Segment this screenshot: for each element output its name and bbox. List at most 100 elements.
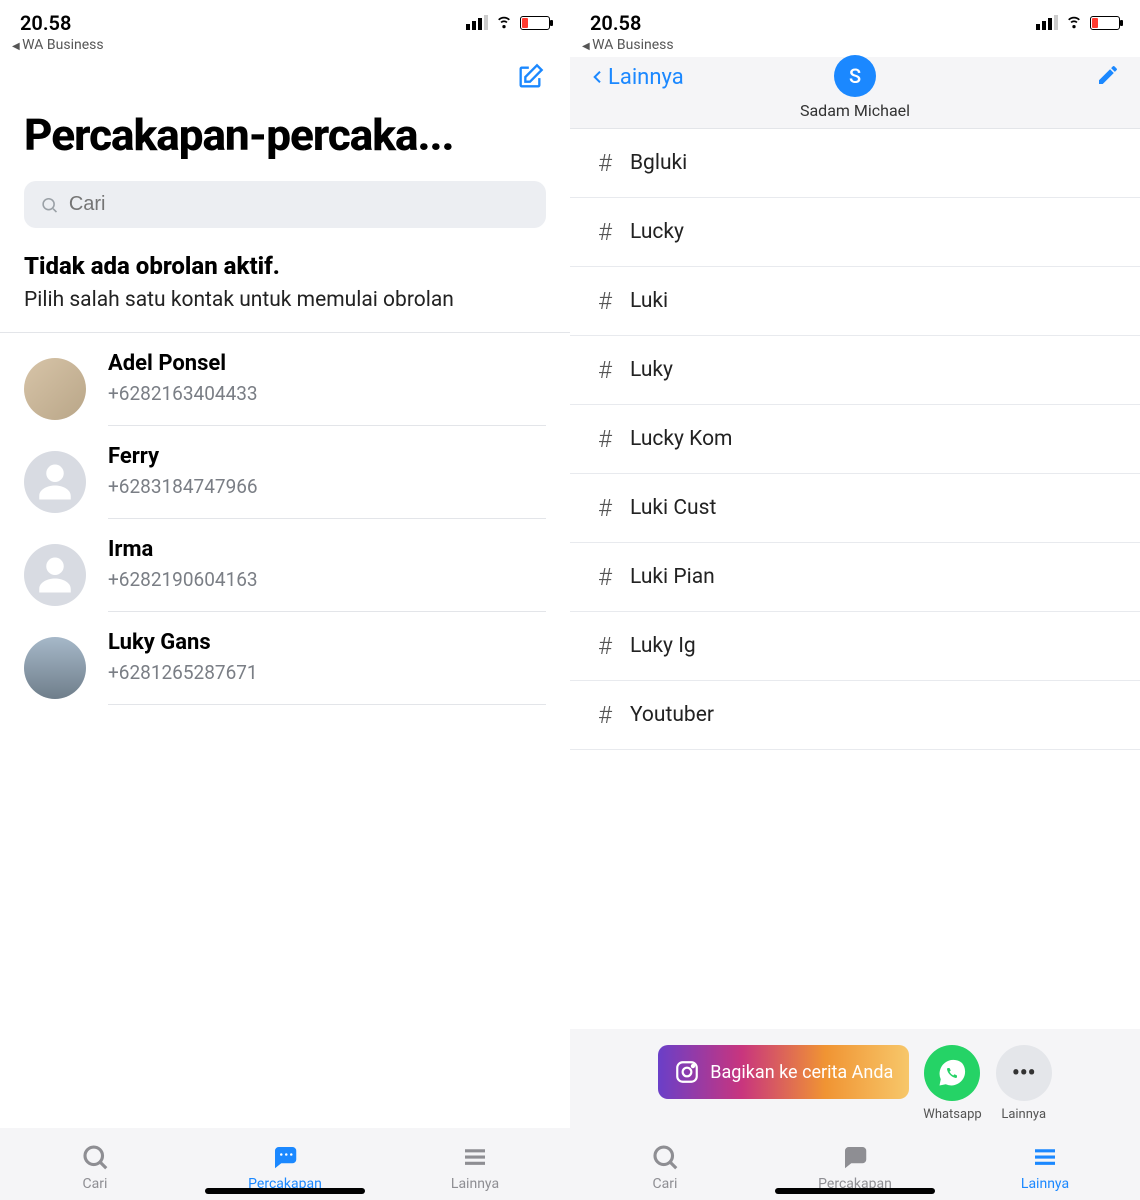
page-title: Percakapan-percaka...	[0, 105, 570, 175]
contact-name: Ferry	[108, 444, 546, 469]
home-indicator[interactable]	[775, 1188, 935, 1194]
search-icon	[650, 1142, 680, 1172]
hash-icon: #	[598, 356, 612, 384]
empty-state-subtitle: Pilih salah satu kontak untuk memulai ob…	[0, 286, 570, 332]
tag-list: #Bgluki #Lucky #Luki #Luky #Lucky Kom #L…	[570, 129, 1140, 750]
hash-icon: #	[598, 287, 612, 315]
tag-row[interactable]: # Lucky	[570, 198, 1140, 267]
tag-row[interactable]: # Youtuber	[570, 681, 1140, 750]
contact-phone: +6282163404433	[108, 382, 546, 405]
contact-name: Adel Ponsel	[108, 351, 546, 376]
contact-phone: +6283184747966	[108, 475, 546, 498]
nav-label: Lainnya	[451, 1176, 499, 1192]
search-input[interactable]	[69, 193, 530, 216]
tag-row[interactable]: # Luki	[570, 267, 1140, 336]
bottom-nav: Cari Percakapan Lainnya	[570, 1128, 1140, 1200]
home-indicator[interactable]	[205, 1188, 365, 1194]
avatar	[24, 358, 86, 420]
chat-icon	[840, 1142, 870, 1172]
nav-label: Cari	[83, 1176, 108, 1192]
edit-button[interactable]	[1096, 63, 1120, 91]
search-icon	[80, 1142, 110, 1172]
screen-more: 20.58 WA Business Lainnya S Sadam Michae…	[570, 0, 1140, 1200]
status-indicators	[1036, 10, 1120, 35]
pencil-icon	[1096, 63, 1120, 87]
share-bar: Bagikan ke cerita Anda Whatsapp ••• Lain…	[570, 1029, 1140, 1128]
compose-icon[interactable]	[516, 63, 544, 95]
cellular-icon	[1036, 15, 1058, 30]
status-time: 20.58	[20, 11, 71, 35]
wifi-icon	[494, 10, 514, 35]
contact-phone: +6282190604163	[108, 568, 546, 591]
tag-row[interactable]: #Luki Pian	[570, 543, 1140, 612]
back-button[interactable]: Lainnya	[590, 65, 684, 90]
search-box[interactable]	[24, 181, 546, 228]
avatar	[24, 544, 86, 606]
profile-name: Sadam Michael	[570, 101, 1140, 120]
whatsapp-icon	[924, 1045, 980, 1101]
hash-icon: #	[598, 701, 612, 729]
tag-row[interactable]: # Bgluki	[570, 129, 1140, 198]
menu-icon	[460, 1142, 490, 1172]
tag-row[interactable]: #Luky	[570, 336, 1140, 405]
contact-row[interactable]: Irma +6282190604163	[0, 519, 570, 612]
hash-icon: #	[598, 632, 612, 660]
tag-label: Luky Ig	[630, 634, 696, 658]
tag-row[interactable]: # Luki Cust	[570, 474, 1140, 543]
menu-icon	[1030, 1142, 1060, 1172]
cellular-icon	[466, 15, 488, 30]
back-to-app[interactable]: WA Business	[570, 37, 1140, 57]
tag-label: Luki	[630, 289, 668, 313]
share-instagram-label: Bagikan ke cerita Anda	[710, 1062, 893, 1083]
share-whatsapp[interactable]: Whatsapp	[923, 1045, 981, 1122]
header-actions	[0, 57, 570, 105]
nav-label: Lainnya	[1021, 1176, 1069, 1192]
contact-name: Irma	[108, 537, 546, 562]
nav-item-lainnya[interactable]: Lainnya	[951, 1142, 1139, 1192]
status-time: 20.58	[590, 11, 641, 35]
share-more[interactable]: ••• Lainnya	[996, 1045, 1052, 1122]
tag-label: Lucky	[630, 220, 684, 244]
hash-icon: #	[598, 149, 612, 177]
nav-item-lainnya[interactable]: Lainnya	[381, 1142, 569, 1192]
battery-icon	[1090, 16, 1120, 30]
contact-row[interactable]: Adel Ponsel +6282163404433	[0, 333, 570, 426]
nav-item-cari[interactable]: Cari	[571, 1142, 759, 1192]
screen-conversations: 20.58 WA Business Percakapan-percaka... …	[0, 0, 570, 1200]
profile-avatar[interactable]: S	[834, 55, 876, 97]
status-bar: 20.58	[0, 0, 570, 37]
chat-icon	[270, 1142, 300, 1172]
tag-label: Youtuber	[630, 703, 714, 727]
nav-item-percakapan[interactable]: Percakapan	[191, 1142, 379, 1192]
contact-phone: +6281265287671	[108, 661, 546, 684]
tag-label: Lucky Kom	[630, 427, 733, 451]
more-icon: •••	[996, 1045, 1052, 1101]
hash-icon: #	[598, 494, 612, 522]
nav-item-cari[interactable]: Cari	[1, 1142, 189, 1192]
hash-icon: #	[598, 218, 612, 246]
avatar	[24, 451, 86, 513]
status-indicators	[466, 10, 550, 35]
status-bar: 20.58	[570, 0, 1140, 37]
contact-name: Luky Gans	[108, 630, 546, 655]
contact-row[interactable]: Ferry +6283184747966	[0, 426, 570, 519]
wifi-icon	[1064, 10, 1084, 35]
instagram-icon	[674, 1059, 700, 1085]
hash-icon: #	[598, 563, 612, 591]
back-to-app[interactable]: WA Business	[0, 37, 570, 57]
tag-row[interactable]: #Lucky Kom	[570, 405, 1140, 474]
contact-row[interactable]: Luky Gans +6281265287671	[0, 612, 570, 705]
back-button-label: Lainnya	[608, 65, 684, 90]
avatar	[24, 637, 86, 699]
tag-row[interactable]: # Luky Ig	[570, 612, 1140, 681]
tag-label: Luki Cust	[630, 496, 716, 520]
nav-label: Cari	[653, 1176, 678, 1192]
chevron-left-icon	[590, 66, 606, 88]
share-more-label: Lainnya	[1001, 1107, 1046, 1122]
battery-icon	[520, 16, 550, 30]
bottom-nav: Cari Percakapan Lainnya	[0, 1128, 570, 1200]
share-instagram-button[interactable]: Bagikan ke cerita Anda	[658, 1045, 909, 1099]
tag-label: Bgluki	[630, 151, 687, 175]
nav-item-percakapan[interactable]: Percakapan	[761, 1142, 949, 1192]
empty-state-title: Tidak ada obrolan aktif.	[0, 246, 570, 286]
